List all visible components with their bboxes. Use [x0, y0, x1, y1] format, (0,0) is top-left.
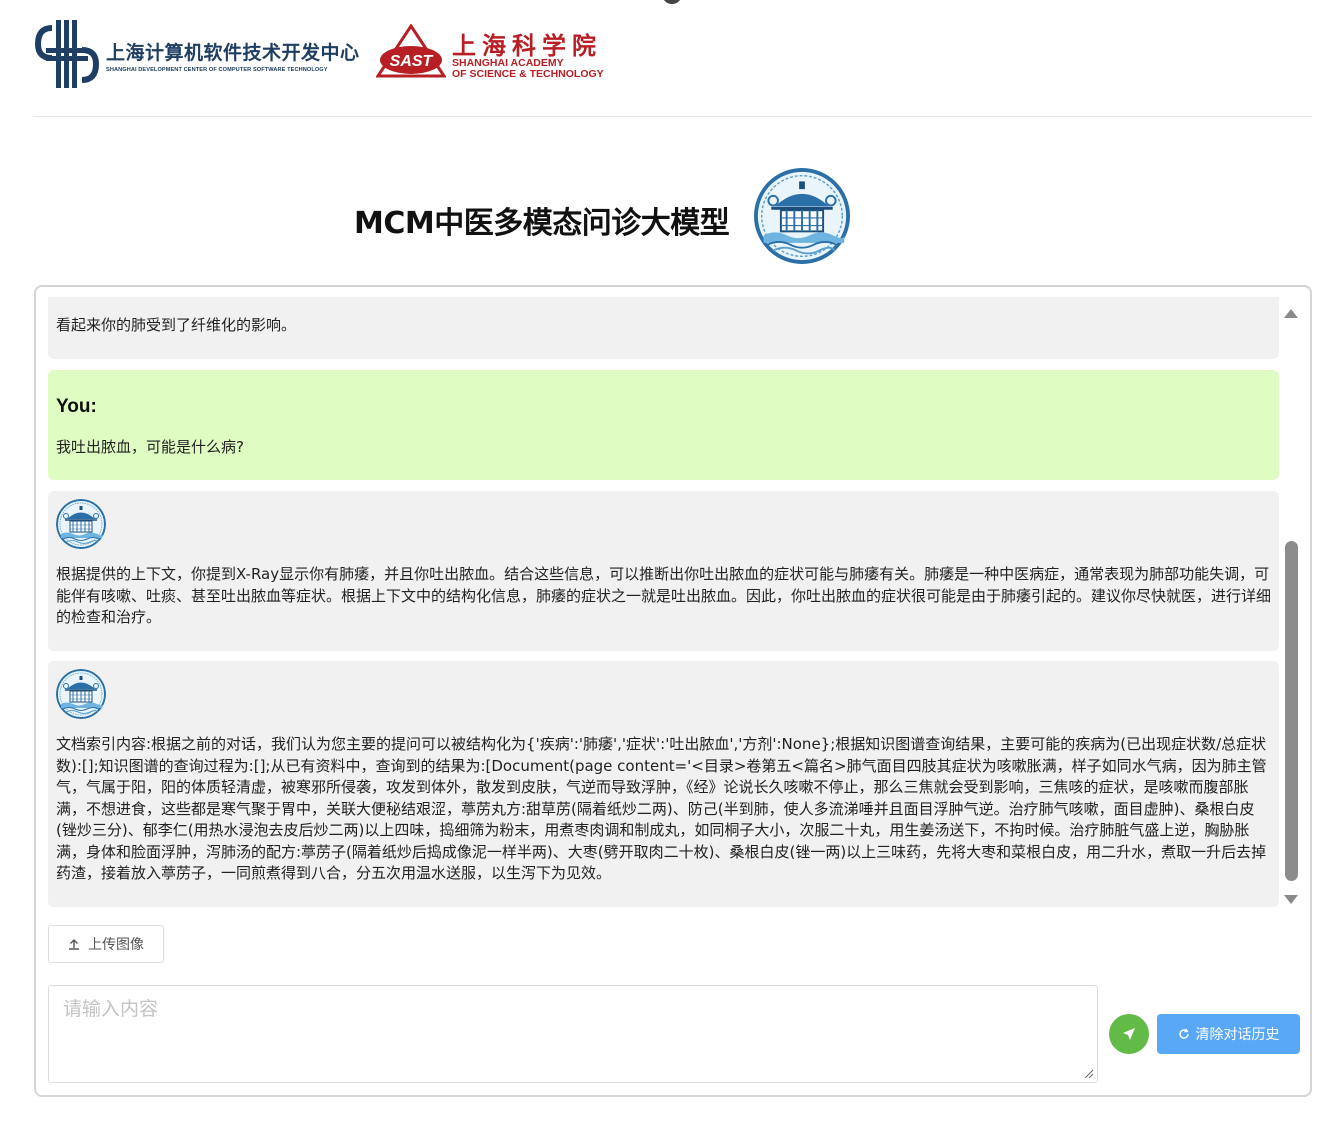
send-button[interactable] — [1109, 1014, 1149, 1054]
user-message: You: 我吐出脓血，可能是什么病? — [48, 370, 1279, 480]
sast-name-en-line2: OF SCIENCE & TECHNOLOGY — [452, 68, 604, 80]
clear-history-label: 清除对话历史 — [1195, 1027, 1280, 1043]
sast-logo-icon: SAST — [376, 24, 446, 78]
bot-message-text: 文档索引内容:根据之前的对话，我们认为您主要的提问可以被结构化为{'疾病':'肺… — [56, 735, 1267, 882]
sast-name-cn: 上海科学院 — [452, 31, 602, 60]
message-input[interactable] — [49, 986, 1097, 1082]
user-message-text: 我吐出脓血，可能是什么病? — [56, 438, 244, 456]
refresh-icon — [1178, 1028, 1189, 1039]
message-input-box — [48, 985, 1098, 1083]
sdc-logo: 上海计算机软件技术开发中心 SHANGHAI DEVELOPMENT CENTE… — [34, 18, 359, 90]
bot-message-text: 根据提供的上下文，你提到X-Ray显示你有肺痿，并且你吐出脓血。结合这些信息，可… — [56, 565, 1272, 626]
upload-icon — [69, 939, 79, 950]
bot-message: 文档索引内容:根据之前的对话，我们认为您主要的提问可以被结构化为{'疾病':'肺… — [48, 661, 1279, 907]
header: 上海计算机软件技术开发中心 SHANGHAI DEVELOPMENT CENTE… — [34, 0, 1312, 117]
bot-message: 根据提供的上下文，你提到X-Ray显示你有肺痿，并且你吐出脓血。结合这些信息，可… — [48, 491, 1279, 651]
upload-image-label: 上传图像 — [88, 937, 144, 953]
sdc-logo-icon — [34, 20, 100, 88]
user-label: You: — [56, 396, 97, 417]
chat-history[interactable]: 看起来你的肺受到了纤维化的影响。 You: 我吐出脓血，可能是什么病? 根据提供… — [48, 297, 1279, 907]
chat-panel: 看起来你的肺受到了纤维化的影响。 You: 我吐出脓血，可能是什么病? 根据提供… — [34, 285, 1312, 1097]
sdc-name-cn: 上海计算机软件技术开发中心 — [106, 42, 360, 64]
scroll-up-arrow-icon[interactable] — [1284, 309, 1298, 318]
page-title: MCM中医多模态问诊大模型 — [354, 206, 730, 241]
resize-grip-icon[interactable] — [1084, 1069, 1094, 1079]
clear-history-button[interactable]: 清除对话历史 — [1157, 1014, 1300, 1054]
sast-logo: SAST 上海科学院 SHANGHAI ACADEMY OF SCIENCE &… — [376, 24, 626, 84]
bot-message: 看起来你的肺受到了纤维化的影响。 — [48, 297, 1279, 359]
bot-message-text: 看起来你的肺受到了纤维化的影响。 — [56, 316, 297, 334]
upload-image-button[interactable]: 上传图像 — [48, 925, 164, 963]
sdc-name-en: SHANGHAI DEVELOPMENT CENTER OF COMPUTER … — [106, 67, 328, 73]
sast-mark-text: SAST — [390, 53, 434, 70]
pavilion-logo-icon — [754, 168, 850, 264]
bot-avatar-icon — [56, 499, 106, 549]
sast-name-en: SHANGHAI ACADEMY OF SCIENCE & TECHNOLOGY — [452, 58, 604, 80]
chat-scrollbar-thumb[interactable] — [1285, 541, 1298, 881]
bot-avatar-icon — [56, 669, 106, 719]
scroll-down-arrow-icon[interactable] — [1284, 895, 1298, 904]
send-icon — [1123, 1028, 1135, 1040]
